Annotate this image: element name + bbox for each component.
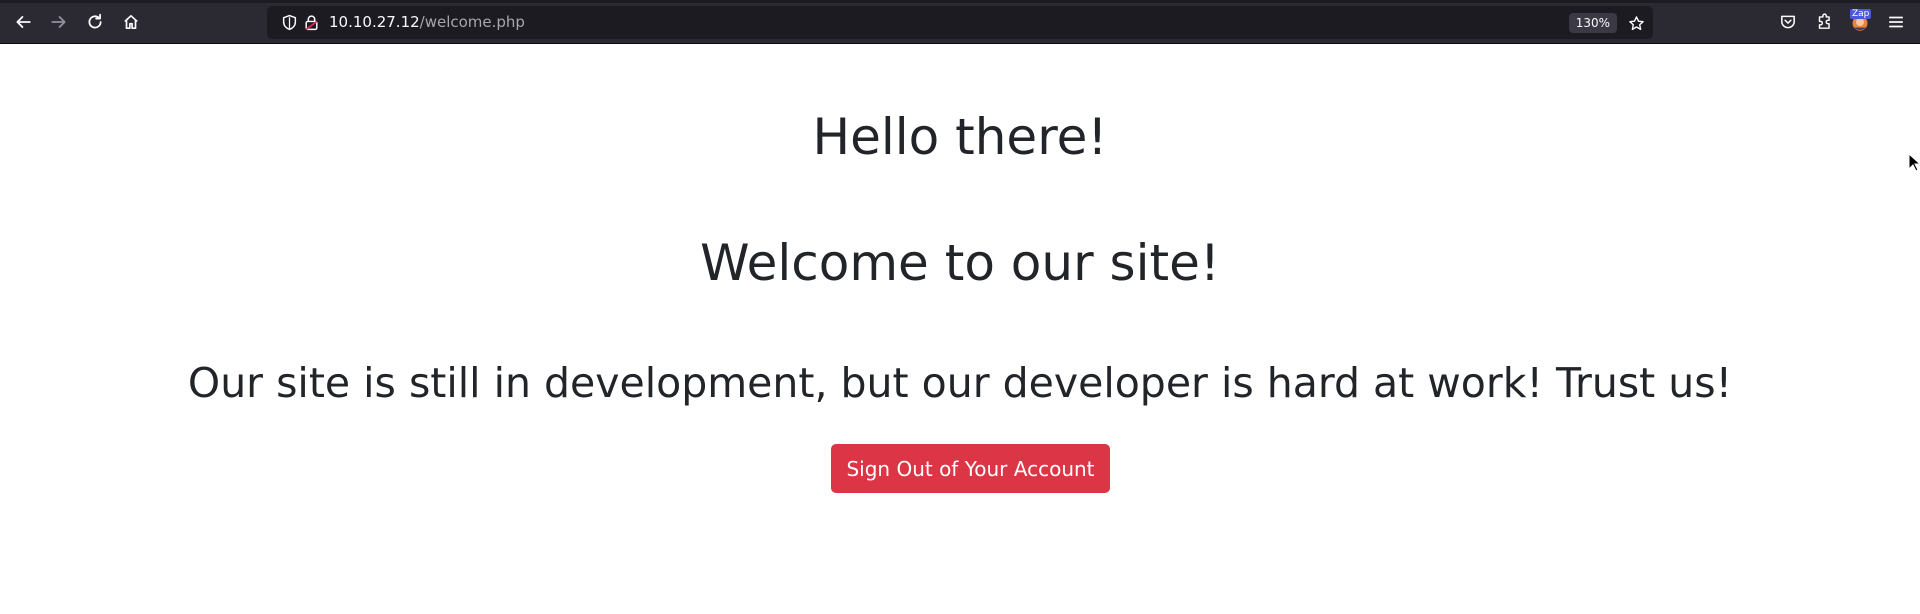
home-button[interactable] [116, 7, 146, 37]
forward-button[interactable] [44, 7, 74, 37]
page-content: Hello there! Welcome to our site! Our si… [0, 44, 1920, 614]
reload-icon [88, 13, 102, 29]
menu-icon [1888, 16, 1904, 28]
pocket-button[interactable] [1773, 7, 1803, 37]
back-icon [16, 16, 31, 28]
lock-icon[interactable] [303, 14, 320, 31]
home-icon [124, 14, 138, 30]
app-menu-button[interactable] [1881, 7, 1911, 37]
url-path: /welcome.php [419, 13, 525, 31]
mouse-cursor-icon [1908, 153, 1920, 172]
bookmark-star-button[interactable] [1625, 12, 1647, 34]
star-icon [1628, 15, 1644, 30]
back-button[interactable] [8, 7, 38, 37]
zoom-indicator[interactable]: 130% [1568, 13, 1617, 33]
reload-button[interactable] [80, 7, 110, 37]
welcome-heading: Welcome to our site! [700, 234, 1220, 292]
tab-strip-edge [0, 0, 1920, 3]
browser-toolbar: 10.10.27.12/welcome.php 130% Zap [0, 0, 1920, 44]
extensions-button[interactable] [1809, 7, 1839, 37]
forward-icon [51, 16, 66, 28]
sign-out-button[interactable]: Sign Out of Your Account [831, 444, 1110, 493]
url-host: 10.10.27.12 [329, 13, 420, 31]
extensions-icon [1818, 13, 1830, 29]
pocket-icon [1781, 15, 1795, 29]
zap-badge: Zap [1850, 9, 1872, 19]
hello-heading: Hello there! [812, 108, 1108, 166]
url-bar[interactable]: 10.10.27.12/welcome.php 130% [267, 6, 1653, 39]
development-message: Our site is still in development, but ou… [187, 359, 1733, 407]
shield-icon[interactable] [281, 14, 298, 31]
url-text[interactable]: 10.10.27.12/welcome.php [329, 13, 525, 32]
